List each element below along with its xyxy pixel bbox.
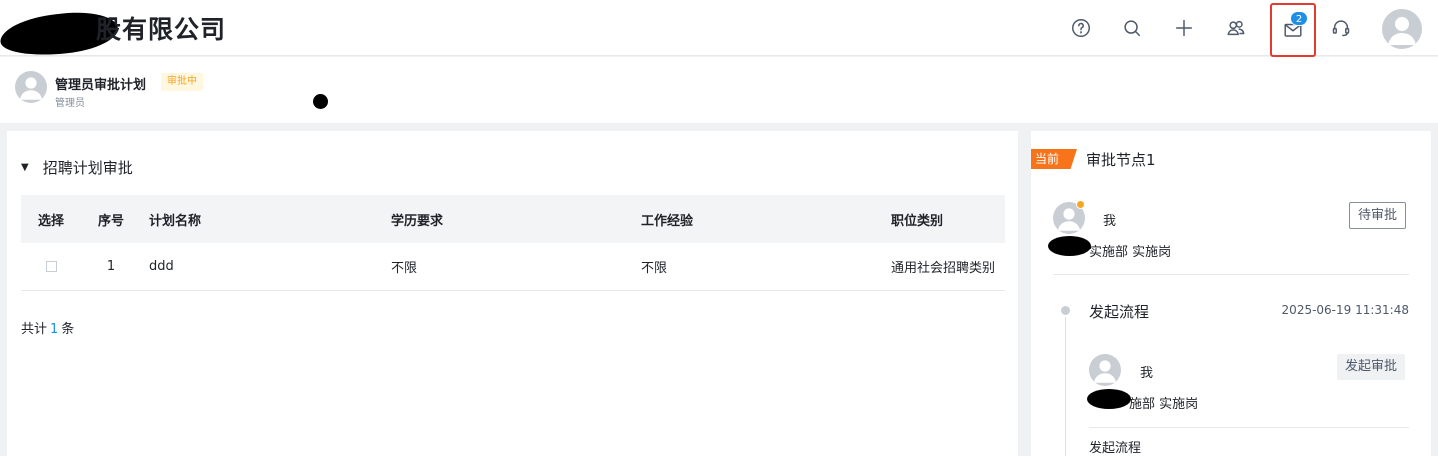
total-prefix: 共计 (21, 322, 48, 337)
help-button[interactable] (1063, 10, 1099, 46)
launch-approval-button[interactable]: 发起审批 (1337, 354, 1406, 380)
approval-panel: 当前 审批节点1 我 待审批 实施部 实施岗 发起流程 2025-06-19 1… (1031, 131, 1431, 456)
plan-table: 选择 序号 计划名称 学历要求 工作经验 职位类别 1 ddd 不限 不限 通用… (21, 195, 1005, 291)
column-header: 序号 (97, 213, 124, 229)
help-icon (1072, 19, 1090, 37)
table-cell: 不限 (641, 261, 668, 276)
search-icon (1124, 20, 1141, 37)
column-header: 选择 (37, 213, 64, 229)
avatar (15, 71, 47, 103)
mail-button[interactable]: 2 (1270, 3, 1316, 57)
table-cell: 通用社会招聘类别 (891, 261, 996, 276)
redaction-mask (1048, 236, 1091, 256)
pending-approval-button[interactable]: 待审批 (1349, 202, 1407, 229)
page-title: 管理员审批计划 (55, 78, 147, 93)
support-button[interactable] (1323, 10, 1359, 46)
table-header: 选择 序号 计划名称 学历要求 工作经验 职位类别 (21, 195, 1005, 243)
total-number: 1 (50, 322, 59, 337)
section-title: 招聘计划审批 (42, 159, 133, 177)
row-select-cell (21, 259, 81, 274)
initiator-dept: 施部 实施岗 (1129, 397, 1199, 412)
divider (1053, 274, 1409, 275)
user-avatar[interactable] (1382, 9, 1422, 49)
redaction-dot (313, 94, 328, 109)
flow-title: 发起流程 (1089, 303, 1150, 321)
initiator-name: 我 (1140, 366, 1154, 381)
table-cell: 1 (106, 259, 116, 274)
search-button[interactable] (1114, 10, 1150, 46)
caret-down-icon: ▼ (21, 162, 29, 173)
status-dot (1076, 200, 1085, 209)
row-checkbox[interactable] (45, 261, 57, 272)
divider (1089, 427, 1409, 428)
section-toggle[interactable]: ▼ 招聘计划审批 (21, 157, 133, 178)
add-icon (1175, 19, 1193, 37)
flow-footer: 发起流程 (1089, 441, 1142, 456)
approver-name: 我 (1103, 214, 1117, 229)
avatar (1089, 354, 1121, 386)
node-title: 审批节点1 (1086, 151, 1156, 169)
total-count: 共计 1 条 (21, 318, 74, 337)
total-suffix: 条 (61, 322, 75, 337)
company-name: 股有限公司 (96, 15, 227, 44)
company-logo: 股有限公司 (0, 7, 227, 61)
form-panel: ▼ 招聘计划审批 选择 序号 计划名称 学历要求 工作经验 职位类别 1 ddd… (7, 131, 1018, 456)
column-header: 工作经验 (641, 213, 694, 229)
column-header: 计划名称 (149, 213, 202, 229)
table-cell: 不限 (391, 261, 418, 276)
column-header: 职位类别 (891, 213, 944, 229)
contacts-button[interactable] (1218, 10, 1254, 46)
timeline-dot (1061, 306, 1070, 315)
status-badge: 审批中 (161, 73, 203, 91)
add-button[interactable] (1166, 10, 1202, 46)
headset-icon (1332, 20, 1350, 37)
contacts-icon (1227, 20, 1245, 36)
approver-dept: 实施部 实施岗 (1089, 245, 1172, 260)
plan-header: 管理员审批计划 审批中 管理员 (0, 57, 1438, 123)
flow-timestamp: 2025-06-19 11:31:48 (1281, 303, 1409, 317)
table-row: 1 ddd 不限 不限 通用社会招聘类别 (21, 243, 1005, 291)
table-cell: ddd (149, 259, 174, 274)
current-tag: 当前 (1031, 149, 1077, 169)
top-header: 股有限公司 2 (0, 0, 1438, 61)
mail-badge: 2 (1290, 11, 1308, 26)
column-header: 学历要求 (391, 213, 444, 229)
applicant-name: 管理员 (55, 98, 85, 109)
timeline-line (1065, 317, 1066, 456)
redaction-mask (1087, 389, 1131, 409)
